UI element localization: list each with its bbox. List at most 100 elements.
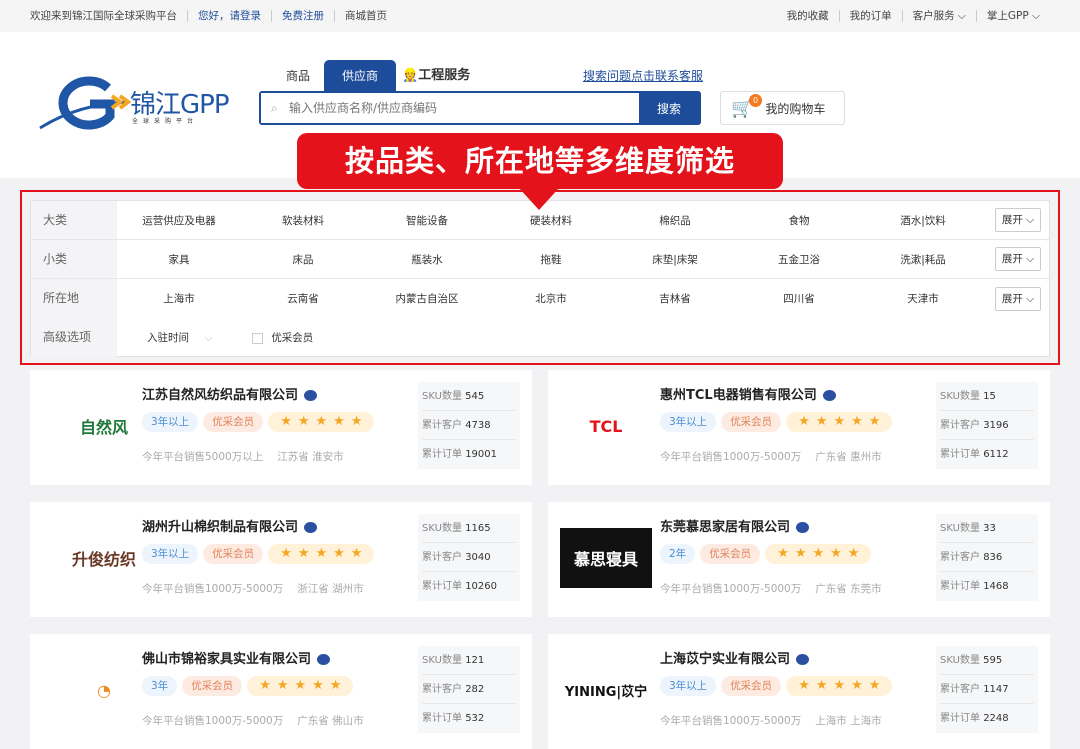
- supplier-card[interactable]: YINING|苡宁 上海苡宁实业有限公司 3年以上 优采会员 ★★★★★ 今年平台销…: [548, 634, 1050, 749]
- filter-option[interactable]: 软装材料: [241, 213, 365, 228]
- logo[interactable]: 锦江GPP 全球采购平台: [38, 66, 238, 136]
- filter-option[interactable]: 五金卫浴: [737, 252, 861, 267]
- member-checkbox[interactable]: 优采会员: [252, 330, 313, 345]
- search-input[interactable]: [261, 93, 639, 123]
- tab-products[interactable]: 商品: [272, 60, 324, 92]
- supplier-card[interactable]: TCL 惠州TCL电器销售有限公司 3年以上 优采会员 ★★★★★ 今年平台销售10…: [548, 370, 1050, 485]
- filter-option[interactable]: 家具: [117, 252, 241, 267]
- mall-home-link[interactable]: 商城首页: [334, 10, 397, 22]
- verified-robot-icon: [304, 390, 318, 401]
- location-text: 上海市 上海市: [815, 715, 882, 727]
- star-rating: ★★★★★: [247, 676, 354, 696]
- supplier-name[interactable]: 惠州TCL电器销售有限公司: [660, 388, 817, 403]
- filter-option[interactable]: 床垫|床架: [613, 252, 737, 267]
- filter-row-advanced: 高级选项 入驻时间 ⌵ 优采会员: [31, 318, 1049, 357]
- star-rating: ★★★★★: [786, 412, 893, 432]
- search-icon: ⌕: [271, 101, 278, 115]
- customer-service-menu[interactable]: 客户服务 ⌵: [901, 10, 976, 22]
- help-link[interactable]: 搜索问题点击联系客服: [583, 67, 703, 84]
- supplier-card[interactable]: ◔ 佛山市锦裕家具实业有限公司 3年 优采会员 ★★★★★ 今年平台销售1000万-…: [30, 634, 532, 749]
- filter-option[interactable]: 北京市: [489, 291, 613, 306]
- stat-label: SKU数量: [422, 523, 462, 534]
- years-badge: 3年以上: [142, 412, 199, 432]
- filter-option[interactable]: 洗漱|耗品: [861, 252, 985, 267]
- filter-option[interactable]: 瓶装水: [365, 252, 489, 267]
- star-rating: ★★★★★: [268, 544, 375, 564]
- logo-text: YINING|苡宁: [564, 684, 648, 700]
- location-text: 浙江省 湖州市: [297, 583, 364, 595]
- supplier-name[interactable]: 佛山市锦裕家具实业有限公司: [142, 652, 311, 667]
- star-rating: ★★★★★: [765, 544, 872, 564]
- supplier-card[interactable]: 自然风 江苏自然风纺织品有限公司 3年以上 优采会员 ★★★★★ 今年平台销售500…: [30, 370, 532, 485]
- supplier-name[interactable]: 湖州升山棉织制品有限公司: [142, 520, 298, 535]
- filter-option[interactable]: 四川省: [737, 291, 861, 306]
- verified-robot-icon: [317, 654, 331, 665]
- stat-label: 累计订单: [940, 713, 980, 724]
- supplier-name-row: 湖州升山棉织制品有限公司: [142, 516, 318, 535]
- verified-robot-icon: [304, 522, 318, 533]
- supplier-name[interactable]: 东莞慕思家居有限公司: [660, 520, 790, 535]
- stat-customers: 累计客户 4738: [422, 411, 516, 440]
- stat-orders: 累计订单 532: [422, 704, 516, 733]
- stat-value: 1165: [465, 523, 491, 534]
- supplier-card[interactable]: 慕思寝具 东莞慕思家居有限公司 2年 优采会员 ★★★★★ 今年平台销售1000万-…: [548, 502, 1050, 617]
- stat-sku: SKU数量 121: [422, 646, 516, 675]
- stat-label: 累计客户: [422, 684, 462, 695]
- years-badge: 3年以上: [660, 676, 717, 696]
- supplier-card[interactable]: 升俊纺织 湖州升山棉织制品有限公司 3年以上 优采会员 ★★★★★ 今年平台销售10…: [30, 502, 532, 617]
- supplier-name[interactable]: 江苏自然风纺织品有限公司: [142, 388, 298, 403]
- tab-suppliers[interactable]: 供应商: [324, 60, 397, 92]
- filter-label: 小类: [31, 240, 117, 278]
- supplier-logo: 慕思寝具: [560, 528, 652, 588]
- filter-row: 所在地 上海市 云南省 内蒙古自治区 北京市 吉林省 四川省 天津市 展开 ⌵: [31, 279, 1049, 318]
- filter-option[interactable]: 天津市: [861, 291, 985, 306]
- stat-sku: SKU数量 33: [940, 514, 1034, 543]
- filter-option[interactable]: 运营供应及电器: [117, 213, 241, 228]
- supplier-logo: ◔: [58, 660, 150, 720]
- stat-orders: 累计订单 1468: [940, 572, 1034, 601]
- cart-button[interactable]: 🛒 0 我的购物车: [720, 91, 845, 125]
- filter-option[interactable]: 云南省: [241, 291, 365, 306]
- star-rating: ★★★★★: [268, 412, 375, 432]
- supplier-name[interactable]: 上海苡宁实业有限公司: [660, 652, 790, 667]
- filter-option[interactable]: 上海市: [117, 291, 241, 306]
- stat-orders: 累计订单 2248: [940, 704, 1034, 733]
- filter-option[interactable]: 吉林省: [613, 291, 737, 306]
- register-link[interactable]: 免费注册: [271, 10, 334, 22]
- filter-option[interactable]: 床品: [241, 252, 365, 267]
- filter-option[interactable]: 食物: [737, 213, 861, 228]
- stat-value: 2248: [983, 713, 1009, 724]
- expand-button[interactable]: 展开 ⌵: [995, 247, 1041, 271]
- stat-orders: 累计订单 10260: [422, 572, 516, 601]
- stat-value: 6112: [983, 449, 1009, 460]
- location-text: 江苏省 淮安市: [277, 451, 344, 463]
- stat-customers: 累计客户 282: [422, 675, 516, 704]
- stat-value: 19001: [465, 449, 497, 460]
- filter-option[interactable]: 内蒙古自治区: [365, 291, 489, 306]
- stat-label: 累计订单: [422, 449, 462, 460]
- expand-button[interactable]: 展开 ⌵: [995, 286, 1041, 311]
- supplier-name-row: 上海苡宁实业有限公司: [660, 648, 810, 667]
- expand-button[interactable]: 展开 ⌵: [995, 208, 1041, 232]
- tab-engineering[interactable]: 👷工程服务: [396, 60, 484, 92]
- stat-customers: 累计客户 3196: [940, 411, 1034, 440]
- cart-count: 0: [749, 94, 762, 107]
- stat-value: 282: [465, 684, 485, 695]
- stat-value: 121: [465, 655, 485, 666]
- mobile-gpp-menu[interactable]: 掌上GPP ⌵: [975, 10, 1050, 22]
- stat-customers: 累计客户 1147: [940, 675, 1034, 704]
- join-time-dropdown[interactable]: 入驻时间 ⌵: [147, 330, 212, 345]
- member-badge: 优采会员: [203, 412, 264, 432]
- filter-option[interactable]: 拖鞋: [489, 252, 613, 267]
- location-text: 广东省 东莞市: [815, 583, 882, 595]
- member-label: 优采会员: [271, 332, 314, 344]
- filter-option[interactable]: 酒水|饮料: [861, 213, 985, 228]
- stat-label: 累计客户: [940, 552, 980, 563]
- filter-option[interactable]: 棉织品: [613, 213, 737, 228]
- login-link[interactable]: 您好，请登录: [187, 10, 271, 22]
- stat-label: 累计订单: [940, 581, 980, 592]
- search-button[interactable]: 搜索: [639, 93, 699, 123]
- orders-link[interactable]: 我的订单: [838, 10, 902, 22]
- favorites-link[interactable]: 我的收藏: [787, 10, 839, 22]
- filter-option[interactable]: 智能设备: [365, 213, 489, 228]
